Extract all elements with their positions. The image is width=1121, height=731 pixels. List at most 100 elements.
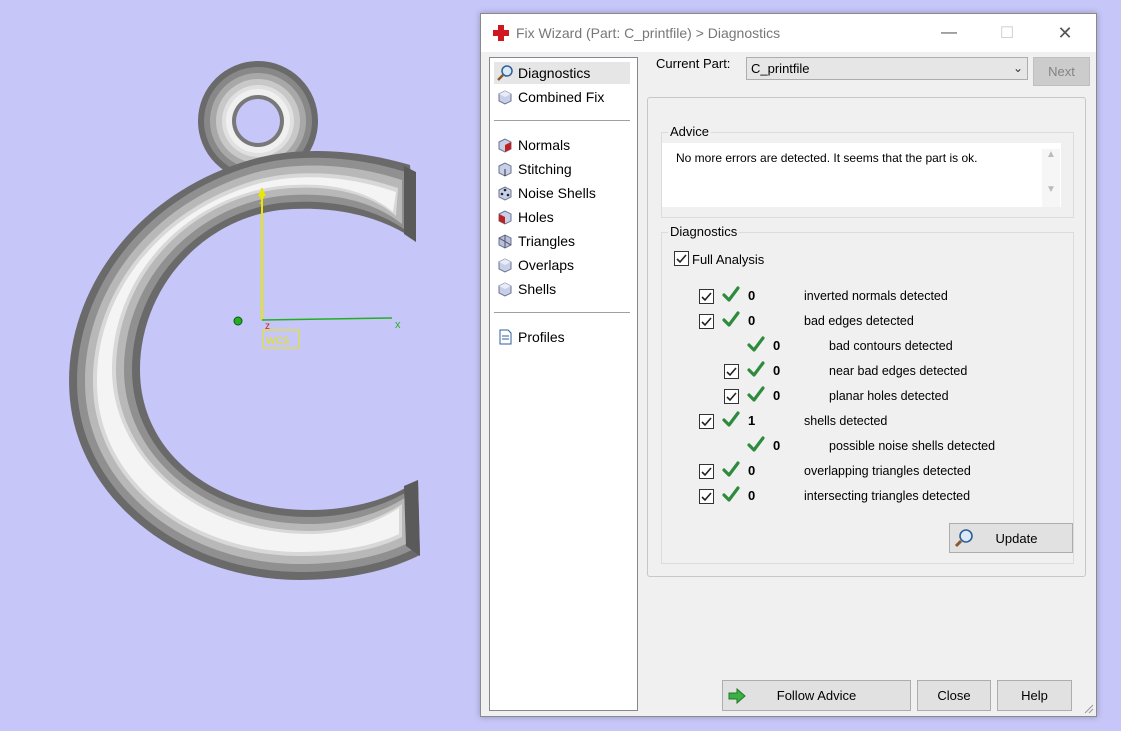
dialog-title: Fix Wizard (Part: C_printfile) > Diagnos… xyxy=(516,25,781,41)
nav-label: Triangles xyxy=(518,233,576,249)
nav-item-combined-fix[interactable]: Combined Fix xyxy=(494,86,604,108)
update-button[interactable]: Update xyxy=(949,523,1073,553)
result-checkbox[interactable] xyxy=(724,389,739,404)
checkmark-icon xyxy=(701,292,712,302)
result-description: intersecting triangles detected xyxy=(804,489,971,503)
nav-label: Shells xyxy=(518,281,557,297)
current-part-label: Current Part: xyxy=(656,56,731,71)
minimize-button[interactable]: — xyxy=(926,18,972,48)
ok-check-icon xyxy=(722,311,740,327)
ok-check-icon xyxy=(747,361,765,377)
result-checkbox[interactable] xyxy=(699,464,714,479)
fix-steps-tree[interactable]: Diagnostics Combined Fix Normals Stitchi… xyxy=(489,57,638,711)
nav-item-diagnostics[interactable]: Diagnostics xyxy=(494,62,630,84)
magnifier-icon xyxy=(497,65,513,81)
result-count: 0 xyxy=(748,288,756,303)
ok-check-icon xyxy=(722,486,740,502)
current-part-dropdown[interactable]: C_printfile ⌄ xyxy=(746,57,1028,80)
result-checkbox[interactable] xyxy=(699,314,714,329)
follow-advice-label: Follow Advice xyxy=(776,688,857,703)
result-count: 0 xyxy=(748,463,756,478)
chevron-down-icon: ⌄ xyxy=(1012,61,1023,75)
nav-item-triangles[interactable]: Triangles xyxy=(494,230,575,252)
result-count: 0 xyxy=(748,313,756,328)
x-axis-label: x xyxy=(395,319,401,331)
checkmark-icon xyxy=(701,467,712,477)
nav-item-shells[interactable]: Shells xyxy=(494,278,556,300)
title-bar[interactable]: Fix Wizard (Part: C_printfile) > Diagnos… xyxy=(481,14,1096,52)
result-checkbox[interactable] xyxy=(724,364,739,379)
nav-item-noise-shells[interactable]: Noise Shells xyxy=(494,182,596,204)
nav-label: Combined Fix xyxy=(518,89,605,105)
scroll-up-icon: ▲ xyxy=(1046,149,1056,160)
nav-item-overlaps[interactable]: Overlaps xyxy=(494,254,574,276)
result-description: possible noise shells detected xyxy=(829,439,996,453)
medical-cross-icon xyxy=(493,25,509,41)
close-icon: ✕ xyxy=(1057,22,1073,43)
cube-hole-icon xyxy=(498,210,512,225)
follow-advice-button[interactable]: Follow Advice xyxy=(722,680,911,711)
magnifier-icon xyxy=(954,529,973,548)
scroll-down-icon: ▼ xyxy=(1046,184,1056,195)
result-description: inverted normals detected xyxy=(804,289,948,303)
checkmark-icon xyxy=(701,417,712,427)
close-button[interactable]: Close xyxy=(917,680,991,711)
diagnostics-panel: Advice No more errors are detected. It s… xyxy=(647,97,1086,577)
diagnostics-group: Diagnostics Full Analysis 0 inverted norm… xyxy=(661,224,1074,564)
nav-item-holes[interactable]: Holes xyxy=(494,206,554,228)
checkmark-icon xyxy=(676,254,687,264)
update-label: Update xyxy=(995,530,1038,546)
triangle-icon xyxy=(498,234,512,249)
cube-shell-icon xyxy=(498,282,512,297)
result-checkbox[interactable] xyxy=(699,414,714,429)
right-arrow-icon xyxy=(728,687,746,705)
next-button[interactable]: Next xyxy=(1033,57,1090,86)
ok-check-icon xyxy=(722,461,740,477)
nav-label: Normals xyxy=(518,137,571,153)
nav-item-normals[interactable]: Normals xyxy=(494,134,570,156)
help-button[interactable]: Help xyxy=(997,680,1072,711)
nav-label: Overlaps xyxy=(518,257,575,273)
nav-label: Holes xyxy=(518,209,554,225)
result-count: 0 xyxy=(773,338,781,353)
minimize-icon: — xyxy=(941,24,957,41)
advice-text: No more errors are detected. It seems th… xyxy=(676,151,978,165)
y-axis-label: y xyxy=(259,192,265,204)
advice-text-area[interactable]: No more errors are detected. It seems th… xyxy=(662,143,1061,207)
nav-label: Profiles xyxy=(518,329,565,345)
nav-divider xyxy=(494,120,630,121)
3d-viewport[interactable]: y x z WCS xyxy=(0,0,480,731)
fix-wizard-dialog: Fix Wizard (Part: C_printfile) > Diagnos… xyxy=(480,13,1097,717)
nav-item-profiles[interactable]: Profiles xyxy=(494,326,565,348)
result-description: bad edges detected xyxy=(804,314,914,328)
ok-check-icon xyxy=(722,411,740,427)
result-description: planar holes detected xyxy=(829,389,949,403)
nav-divider xyxy=(494,312,630,313)
part-render: y x z WCS xyxy=(69,61,420,580)
checkmark-icon xyxy=(701,492,712,502)
advice-label: Advice xyxy=(668,124,712,139)
cube-red-face-icon xyxy=(498,138,512,153)
result-checkbox[interactable] xyxy=(699,289,714,304)
x-axis-line xyxy=(261,317,393,321)
result-description: overlapping triangles detected xyxy=(804,464,971,478)
checkmark-icon xyxy=(726,367,737,377)
resize-grip-icon[interactable] xyxy=(1082,702,1094,714)
result-description: near bad edges detected xyxy=(829,364,968,378)
result-count: 0 xyxy=(773,438,781,453)
full-analysis-checkbox[interactable] xyxy=(674,251,689,266)
nav-label: Noise Shells xyxy=(518,185,596,201)
close-window-button[interactable]: ✕ xyxy=(1042,18,1088,48)
maximize-button[interactable]: ☐ xyxy=(984,18,1030,48)
checkmark-icon xyxy=(701,317,712,327)
nav-item-stitching[interactable]: Stitching xyxy=(494,158,572,180)
cube-icon xyxy=(498,90,512,105)
nav-label: Stitching xyxy=(518,161,572,177)
result-description: bad contours detected xyxy=(829,339,953,353)
advice-scrollbar[interactable]: ▲ ▼ xyxy=(1042,149,1060,207)
current-part-value: C_printfile xyxy=(751,61,810,76)
result-count: 1 xyxy=(748,413,756,428)
result-description: shells detected xyxy=(804,414,888,428)
maximize-icon: ☐ xyxy=(999,25,1015,42)
result-checkbox[interactable] xyxy=(699,489,714,504)
